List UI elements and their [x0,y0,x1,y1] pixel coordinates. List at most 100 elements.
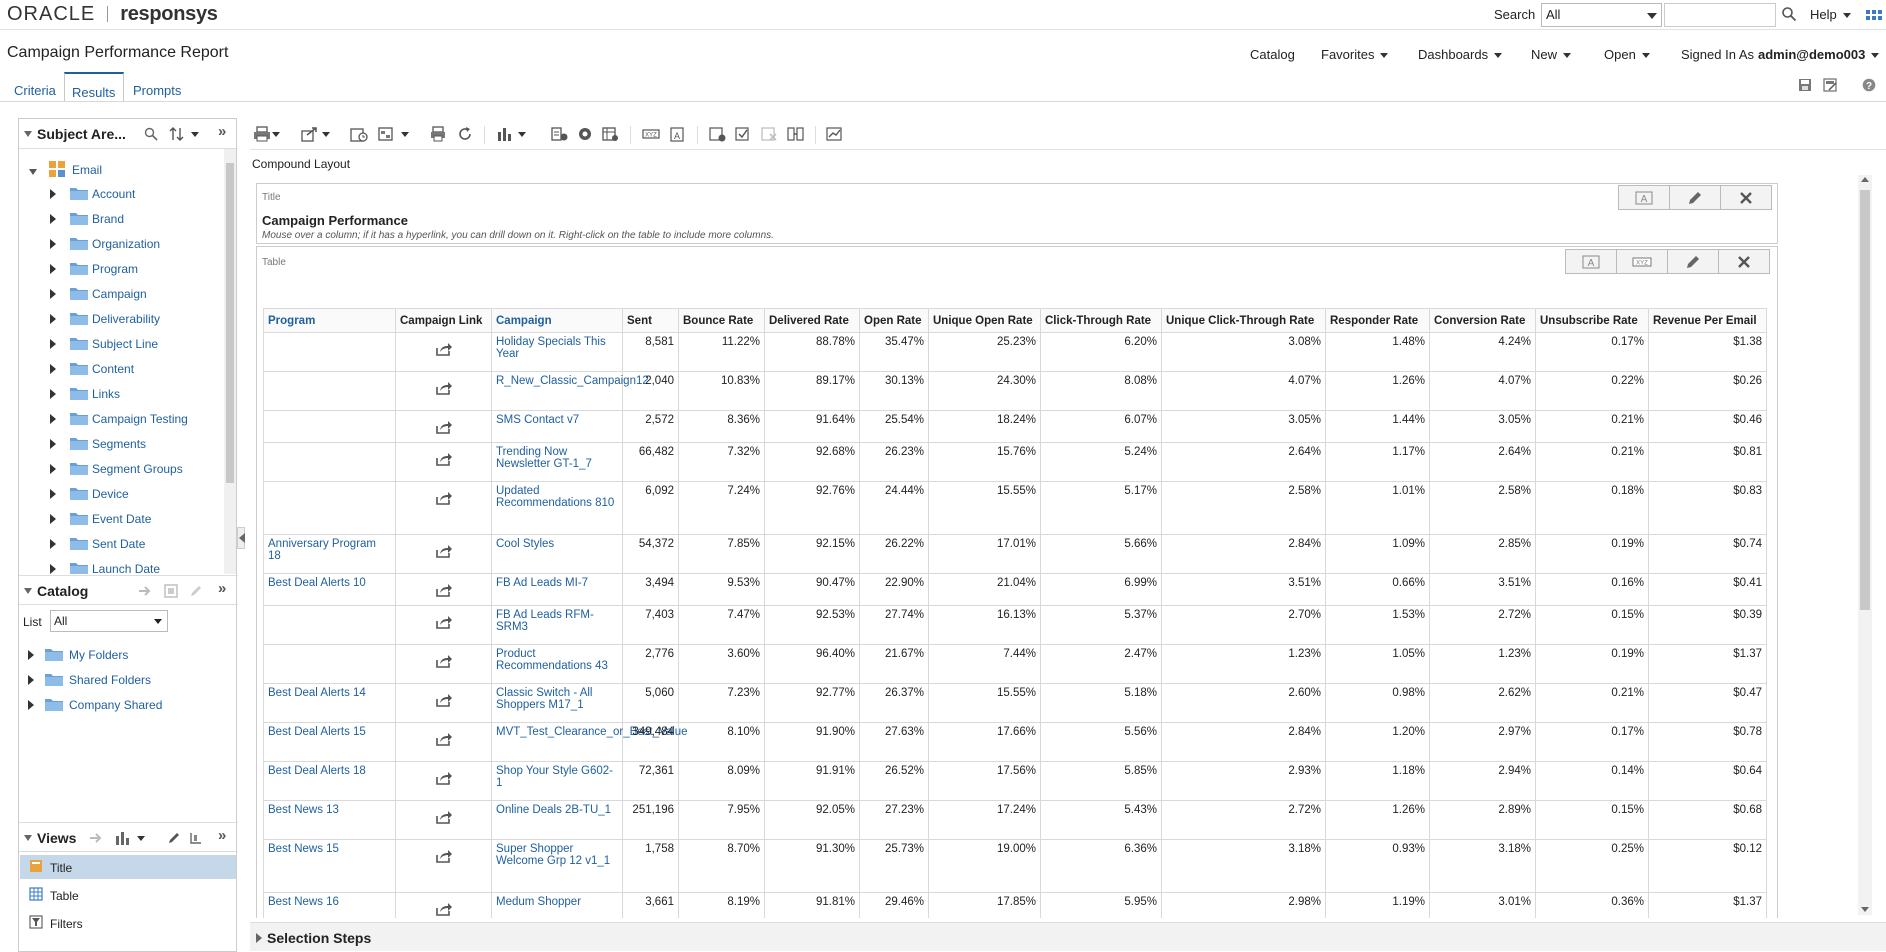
cell-campaign-link[interactable] [395,683,492,723]
expand-icon[interactable] [29,169,37,175]
cell-campaign[interactable]: Classic Switch - All Shoppers M17_1 [491,683,623,723]
nav-new[interactable]: New [1531,47,1572,62]
expand-icon[interactable] [28,650,34,660]
selection-steps-bar[interactable]: Selection Steps [250,922,1886,951]
cell-campaign[interactable]: Super Shopper Welcome Grp 12 v1_1 [491,839,623,893]
cell-program[interactable]: Best Deal Alerts 15 [263,722,396,762]
chevron-down-icon[interactable] [322,132,330,137]
scroll-down-icon[interactable] [1861,907,1869,912]
format-container-button[interactable]: A [1565,249,1617,274]
search-icon[interactable] [1781,6,1797,22]
xyz-text-icon[interactable]: XYZ [642,126,660,142]
cell-campaign-link[interactable] [395,839,492,893]
catalog-folder-item[interactable]: My Folders [19,645,224,665]
expand-icon[interactable] [50,189,56,199]
subject-area-item[interactable]: Deliverability [19,309,224,329]
expand-icon[interactable] [50,389,56,399]
scroll-thumb[interactable] [1860,190,1870,610]
catalog-folder-item[interactable]: Shared Folders [19,670,224,690]
subject-area-item[interactable]: Segment Groups [19,459,224,479]
cell-campaign[interactable]: Trending Now Newsletter GT-1_7 [491,442,623,482]
collapse-pane-icon[interactable]: » [218,123,226,140]
expand-icon[interactable] [50,264,56,274]
external-link-icon[interactable] [435,419,453,435]
external-link-icon[interactable] [435,543,453,559]
chevron-down-icon[interactable] [518,132,526,137]
cell-campaign-link[interactable] [395,481,492,535]
col-header-campaign[interactable]: Campaign [491,308,623,333]
subject-area-item[interactable]: Event Date [19,509,224,529]
new-view-icon[interactable] [115,830,131,846]
chevron-down-icon[interactable] [191,132,199,137]
edit-criteria-icon[interactable] [551,126,569,142]
cell-campaign[interactable]: Holiday Specials This Year [491,332,623,372]
edit-icon[interactable] [167,831,181,845]
collapse-icon[interactable] [24,588,32,594]
help-menu[interactable]: Help [1810,7,1851,22]
external-link-icon[interactable] [435,380,453,396]
arrow-right-icon[interactable] [89,832,105,844]
expand-icon[interactable] [50,314,56,324]
title-view-box[interactable]: Title Campaign Performance Mouse over a … [256,183,1778,244]
refresh-icon[interactable] [456,126,474,142]
view-tool-icon[interactable] [189,831,203,845]
cell-campaign[interactable]: Cool Styles [491,534,623,574]
cell-campaign-link[interactable] [395,534,492,574]
cell-program[interactable]: Best Deal Alerts 10 [263,573,396,606]
arrow-right-icon[interactable] [138,585,154,597]
expand-icon[interactable] [50,364,56,374]
cell-program[interactable]: Best Deal Alerts 18 [263,761,396,801]
format-view-button[interactable]: XYZ [1616,249,1668,274]
cell-campaign-link[interactable] [395,332,492,372]
cell-campaign-link[interactable] [395,892,492,918]
catalog-list-select[interactable]: All [50,610,168,632]
column-properties-icon[interactable] [787,126,805,142]
expand-icon[interactable] [50,339,56,349]
save-as-icon[interactable] [1823,78,1837,92]
subject-area-item[interactable]: Device [19,484,224,504]
chevron-down-icon[interactable] [272,132,280,137]
expand-icon[interactable] [50,439,56,449]
cell-campaign[interactable]: Product Recommendations 43 [491,644,623,684]
edit-view-button[interactable] [1667,249,1719,274]
app-grid-icon[interactable] [1866,10,1882,20]
external-link-icon[interactable] [435,901,453,917]
save-icon[interactable] [1798,78,1812,92]
cell-campaign-link[interactable] [395,761,492,801]
sort-icon[interactable] [169,127,185,141]
expand-icon[interactable] [50,289,56,299]
cell-program[interactable]: Best Deal Alerts 14 [263,683,396,723]
external-link-icon[interactable] [435,809,453,825]
remove-view-button[interactable] [1718,249,1770,274]
cell-campaign[interactable]: FB Ad Leads MI-7 [491,573,623,606]
external-link-icon[interactable] [435,341,453,357]
external-link-icon[interactable] [435,490,453,506]
scroll-up-icon[interactable] [1861,177,1869,182]
cell-campaign-link[interactable] [395,442,492,482]
cell-campaign[interactable]: Online Deals 2B-TU_1 [491,800,623,840]
chevron-down-icon[interactable] [137,836,145,841]
expand-icon[interactable] [50,514,56,524]
help-icon[interactable]: ? [1862,78,1876,92]
col-header-program[interactable]: Program [263,308,396,333]
scroll-thumb[interactable] [226,163,234,483]
cell-campaign[interactable]: R_New_Classic_Campaign12 [491,371,649,411]
subject-area-item[interactable]: Brand [19,209,224,229]
search-input[interactable] [1664,3,1776,27]
cell-campaign-link[interactable] [395,722,492,762]
subject-area-item[interactable]: Account [19,184,224,204]
subject-area-item[interactable]: Campaign Testing [19,409,224,429]
add-to-dashboard-icon[interactable] [378,126,396,142]
splitter-handle[interactable] [224,526,238,542]
cell-campaign-link[interactable] [395,371,492,411]
subject-area-item[interactable]: Program [19,259,224,279]
selection-steps-icon[interactable] [735,126,753,142]
pane-splitter[interactable] [237,527,245,549]
cell-campaign[interactable]: Updated Recommendations 810 [491,481,623,535]
catalog-folder-item[interactable]: Company Shared [19,695,224,715]
view-item-table[interactable]: Table [20,883,236,907]
subject-area-item[interactable]: Content [19,359,224,379]
expand-icon[interactable] [50,239,56,249]
external-link-icon[interactable] [435,848,453,864]
cell-campaign-link[interactable] [395,410,492,443]
